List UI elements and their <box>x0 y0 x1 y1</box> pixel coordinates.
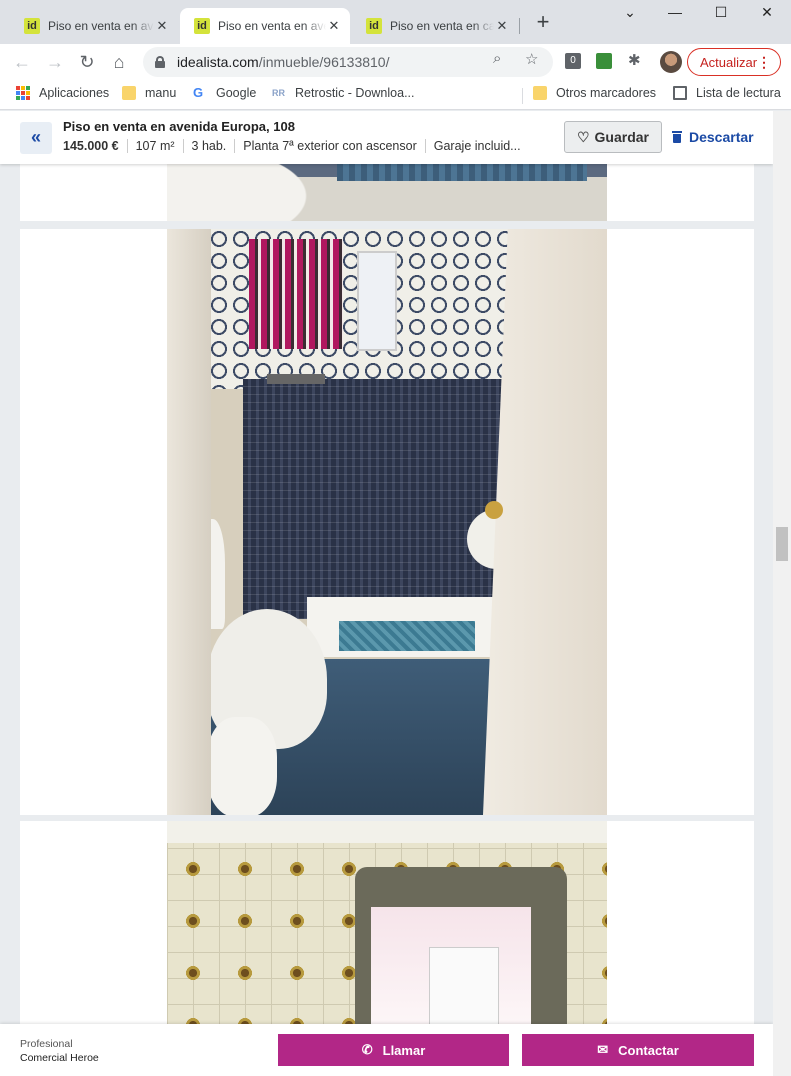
bookmark-star-icon[interactable]: ☆ <box>525 50 538 68</box>
reload-icon[interactable]: ↻ <box>75 50 99 74</box>
close-tab-icon[interactable]: ✕ <box>154 18 170 34</box>
apps-grid-icon <box>16 86 30 100</box>
idealista-favicon-icon: id <box>366 18 382 34</box>
bookmark-label: Lista de lectura <box>696 86 781 100</box>
listing-price: 145.000 € <box>63 139 119 153</box>
update-button[interactable]: Actualizar ⋮ <box>687 48 781 76</box>
agent-name[interactable]: Comercial Heroe <box>20 1052 99 1064</box>
browser-tab[interactable]: id Piso en venta en avenida Europa, 108 … <box>10 8 178 44</box>
photo-detail <box>249 239 343 349</box>
trash-icon <box>672 131 682 143</box>
home-icon[interactable]: ⌂ <box>107 50 131 74</box>
listing-garage: Garaje incluid... <box>424 139 529 153</box>
photo-detail <box>337 161 587 181</box>
heart-icon: ♡ <box>576 128 590 145</box>
extensions-puzzle-icon[interactable]: ✱ <box>628 51 641 69</box>
bookmark-label: Retrostic - Downloa... <box>295 86 415 100</box>
idealista-favicon-icon: id <box>24 18 40 34</box>
photo-detail <box>207 717 277 815</box>
lock-icon[interactable] <box>155 56 165 68</box>
bookmark-label: manu <box>145 86 177 100</box>
new-tab-icon[interactable]: + <box>532 11 554 34</box>
photo-detail <box>429 947 499 1031</box>
listing-area: 107 m² <box>126 139 183 153</box>
message-icon: ✉ <box>597 1042 609 1057</box>
page-scrollbar[interactable] <box>773 111 791 1076</box>
bookmark-google[interactable]: G Google <box>193 85 257 101</box>
back-double-chevron-icon[interactable]: « <box>20 122 52 154</box>
address-bar[interactable]: idealista.com/inmueble/96133810/ <box>143 47 553 77</box>
listing-title: Piso en venta en avenida Europa, 108 <box>63 119 295 134</box>
listing-photo-bathroom[interactable] <box>167 229 607 815</box>
photo-detail <box>167 821 607 843</box>
discard-button[interactable]: Descartar <box>672 121 754 153</box>
folder-icon <box>122 86 136 100</box>
menu-dots-icon[interactable]: ⋮ <box>757 54 771 70</box>
bookmark-reading-list[interactable]: Lista de lectura <box>673 86 781 100</box>
google-icon: G <box>193 85 204 100</box>
bookmark-apps[interactable]: Aplicaciones <box>16 86 109 100</box>
back-arrow-icon[interactable]: ← <box>10 50 34 74</box>
tab-strip: id Piso en venta en avenida Europa, 108 … <box>0 0 791 44</box>
bookmark-other[interactable]: Otros marcadores <box>533 86 656 100</box>
discard-label: Descartar <box>689 129 754 145</box>
save-button[interactable]: ♡ Guardar <box>564 121 662 153</box>
photo-detail <box>243 379 523 619</box>
tab-title: Piso en venta en avenida Europa, 108 <box>218 19 326 33</box>
close-window-icon[interactable]: ✕ <box>755 4 779 26</box>
browser-tab-active[interactable]: id Piso en venta en avenida Europa, 108 … <box>180 8 350 44</box>
minimize-icon[interactable]: — <box>663 4 687 26</box>
url-path: /inmueble/96133810/ <box>258 54 390 70</box>
contact-button[interactable]: ✉ Contactar <box>522 1034 754 1066</box>
tab-title: Piso en venta en calle <box>390 19 494 33</box>
bookmark-label: Google <box>216 86 257 100</box>
photo-detail <box>167 229 211 815</box>
phone-icon: ✆ <box>361 1042 373 1057</box>
agent-type: Profesional <box>20 1038 73 1050</box>
call-button[interactable]: ✆ Llamar <box>278 1034 509 1066</box>
bookmarks-bar: Aplicaciones manu G Google RR Retrostic … <box>0 80 791 110</box>
folder-icon <box>533 86 547 100</box>
call-label: Llamar <box>382 1042 426 1058</box>
bookmark-label: Aplicaciones <box>39 86 110 100</box>
update-label: Actualizar <box>700 54 758 70</box>
listing-sticky-header: « Piso en venta en avenida Europa, 108 1… <box>0 111 773 164</box>
contact-label: Contactar <box>618 1042 679 1058</box>
bookmark-manu[interactable]: manu <box>122 86 176 100</box>
listing-facts: 145.000 € 107 m² 3 hab. Planta 7ª exteri… <box>63 139 529 153</box>
idealista-favicon-icon: id <box>194 18 210 34</box>
photo-card <box>20 229 754 815</box>
zoom-search-icon[interactable]: ⌕ <box>493 50 501 67</box>
reading-list-icon <box>673 86 687 100</box>
extension-icon[interactable]: 0 <box>565 53 581 69</box>
photo-detail <box>357 251 397 351</box>
maximize-icon[interactable]: ☐ <box>709 4 733 26</box>
tab-divider <box>519 18 520 34</box>
photo-card <box>20 821 754 1031</box>
page-viewport: « Piso en venta en avenida Europa, 108 1… <box>0 111 773 1076</box>
photo-detail <box>339 621 475 651</box>
scrollbar-thumb[interactable] <box>776 527 788 561</box>
browser-toolbar: ← → ↻ ⌂ idealista.com/inmueble/96133810/… <box>0 44 791 80</box>
bookmarks-divider <box>522 88 523 104</box>
contact-bar: Profesional Comercial Heroe ✆ Llamar ✉ C… <box>0 1024 773 1076</box>
browser-tab[interactable]: id Piso en venta en calle ✕ <box>352 8 518 44</box>
listing-floor: Planta 7ª exterior con ascensor <box>234 139 424 153</box>
bookmark-label: Otros marcadores <box>556 86 657 100</box>
close-tab-icon[interactable]: ✕ <box>326 18 342 34</box>
listing-rooms: 3 hab. <box>182 139 235 153</box>
save-label: Guardar <box>594 129 650 145</box>
profile-avatar[interactable] <box>660 51 682 73</box>
extension-icon[interactable] <box>596 53 612 69</box>
tab-search-chevron-icon[interactable]: ⌄ <box>618 4 642 26</box>
tab-title: Piso en venta en avenida Europa, 108 <box>48 19 154 33</box>
bookmark-retrostic[interactable]: RR Retrostic - Downloa... <box>272 86 414 100</box>
retrostic-icon: RR <box>272 88 285 98</box>
photo-detail <box>485 501 503 519</box>
forward-arrow-icon[interactable]: → <box>43 50 67 74</box>
listing-photo-kitchen[interactable] <box>167 821 607 1031</box>
close-tab-icon[interactable]: ✕ <box>494 18 510 34</box>
url-host: idealista.com <box>177 54 259 70</box>
photo-detail <box>267 374 325 384</box>
